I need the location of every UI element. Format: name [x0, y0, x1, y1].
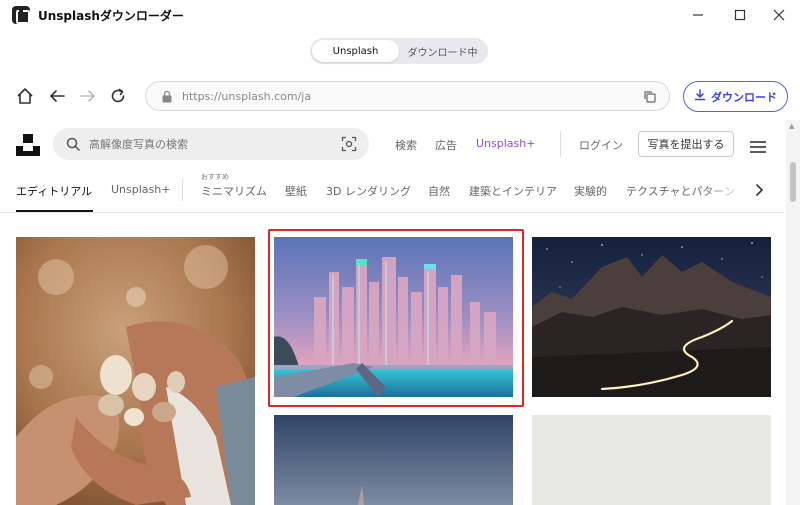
- unsplash-logo-icon[interactable]: [16, 134, 40, 156]
- nav-link-unsplash-plus[interactable]: Unsplash+: [476, 137, 535, 150]
- category-minimalism[interactable]: ミニマリズム: [201, 183, 267, 199]
- url-text[interactable]: https://unsplash.com/ja: [182, 90, 311, 103]
- photo-dusk-sky[interactable]: [274, 415, 513, 505]
- maximize-icon[interactable]: [729, 4, 751, 26]
- address-bar[interactable]: https://unsplash.com/ja: [145, 81, 670, 111]
- category-experimental[interactable]: 実験的: [574, 183, 607, 199]
- photo-mountain-light-trail[interactable]: [532, 237, 771, 397]
- category-3d-renders[interactable]: 3D レンダリング: [326, 183, 411, 199]
- title-bar: Unsplashダウンローダー: [0, 0, 800, 30]
- category-row-divider: [0, 212, 784, 213]
- tab-downloading[interactable]: ダウンロード中: [399, 40, 486, 62]
- download-button-label: ダウンロード: [711, 90, 777, 104]
- minimize-icon[interactable]: [687, 4, 709, 26]
- login-link[interactable]: ログイン: [579, 137, 623, 153]
- scroll-thumb[interactable]: [790, 162, 796, 202]
- site-search-input[interactable]: 高解像度写真の検索: [53, 128, 369, 160]
- nav-link-advertise[interactable]: 広告: [435, 137, 457, 153]
- back-arrow-icon[interactable]: [45, 84, 69, 108]
- download-icon: [694, 89, 706, 104]
- download-button[interactable]: ダウンロード: [683, 81, 788, 112]
- home-icon[interactable]: [13, 84, 37, 108]
- photo-pale-sky[interactable]: [532, 415, 771, 505]
- search-placeholder: 高解像度写真の検索: [89, 138, 188, 151]
- category-separator: [182, 179, 183, 201]
- category-fade: [700, 175, 750, 205]
- reload-icon[interactable]: [106, 84, 130, 108]
- close-icon[interactable]: [768, 4, 790, 26]
- submit-photo-button[interactable]: 写真を提出する: [638, 131, 734, 157]
- category-nature[interactable]: 自然: [428, 183, 450, 199]
- photo-seashells[interactable]: [16, 237, 255, 505]
- chevron-right-icon[interactable]: [752, 182, 766, 196]
- category-editorial[interactable]: エディトリアル: [16, 183, 92, 199]
- category-unsplash-plus[interactable]: Unsplash+: [111, 183, 170, 196]
- mode-switcher: Unsplash ダウンロード中: [310, 38, 488, 64]
- window-title: Unsplashダウンローダー: [38, 9, 184, 23]
- copy-icon[interactable]: [643, 89, 657, 103]
- app-logo-icon: [12, 6, 30, 24]
- category-wallpapers[interactable]: 壁紙: [285, 183, 307, 199]
- hamburger-menu-icon[interactable]: [750, 138, 766, 153]
- visual-search-icon[interactable]: [341, 136, 357, 152]
- forward-arrow-icon[interactable]: [76, 84, 100, 108]
- page-scrollbar[interactable]: ▲: [786, 120, 800, 505]
- category-architecture-interiors[interactable]: 建築とインテリア: [469, 183, 557, 199]
- search-icon: [65, 136, 81, 152]
- lock-icon: [160, 89, 174, 103]
- recommended-label: おすすめ: [201, 173, 229, 181]
- header-divider: [560, 131, 561, 157]
- tab-unsplash[interactable]: Unsplash: [312, 40, 399, 62]
- selected-photo-highlight: [268, 229, 524, 407]
- scroll-up-arrow-icon[interactable]: ▲: [789, 122, 794, 130]
- nav-link-explore[interactable]: 検索: [395, 137, 417, 153]
